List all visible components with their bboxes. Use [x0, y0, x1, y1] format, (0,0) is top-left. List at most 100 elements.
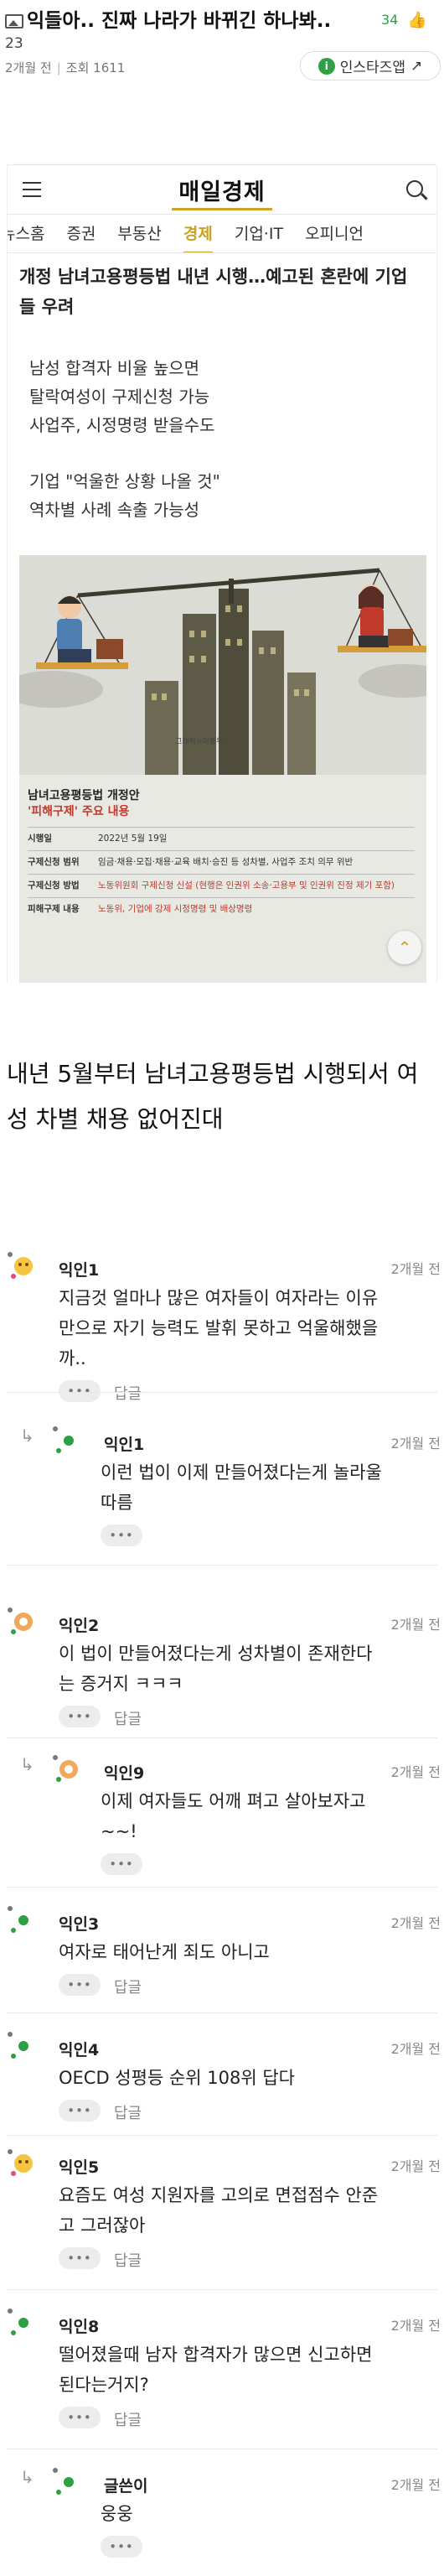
post-title-text: 익들아.. 진짜 나라가 바뀌긴 하나봐..	[27, 10, 332, 32]
reply-arrow-icon: ↳	[20, 1426, 34, 1446]
avatar	[52, 1754, 82, 1784]
reply-arrow-icon: ↳	[20, 1754, 34, 1774]
comment: 익인1 2개월 전 지금것 얼마나 많은 여자들이 여자라는 이유 만으로 자기 능력…	[0, 1249, 444, 1403]
image-attachment-icon	[5, 14, 23, 29]
comment-text: 웅웅	[101, 2499, 436, 2529]
nav-tab: 오피니언	[305, 225, 364, 243]
comment-time: 2개월 전	[390, 1764, 441, 1780]
avatar	[7, 1251, 37, 1281]
post-meta: 2개월 전 | 조회 1611	[5, 60, 126, 75]
info-box: 남녀고용평등법 개정안 '피해구제' 주요 내용 시행일 2022년 5월 19일 …	[28, 788, 415, 921]
comment-text-line: 까..	[59, 1348, 86, 1368]
comment-divider	[7, 2289, 437, 2290]
thumbs-up-icon[interactable]: 👍	[407, 10, 427, 29]
comment-more-button[interactable]: •••	[59, 1706, 101, 1727]
comment-more-button[interactable]: •••	[59, 2407, 101, 2428]
comment-more-button[interactable]: •••	[101, 2536, 142, 2558]
comment-more-button[interactable]: •••	[59, 1380, 101, 1402]
comment-more-button[interactable]: •••	[59, 2100, 101, 2122]
avatar	[7, 2308, 37, 2338]
nav-tab: 기업·IT	[234, 225, 284, 243]
comment-text: 이 법이 만들어졌다는게 성차별이 존재한다 는 증거지 ㅋㅋㅋ	[59, 1639, 436, 1699]
comment-reply-button[interactable]: 답글	[114, 1707, 142, 1729]
comment-time: 2개월 전	[390, 1915, 441, 1931]
info-row: 구제신청 방법 노동위원회 구제신청 신설 (현행은 인권위 소송·고용부 및 인…	[28, 874, 415, 897]
comment-text-line: 이제 여자들도 어깨 펴고 살아보자고	[101, 1791, 366, 1811]
comment: 익인5 2개월 전 요즘도 여성 지원자를 고의로 면접점수 안준 고 그러잖아 •••…	[0, 2147, 444, 2289]
comment-reply-button[interactable]: 답글	[114, 1976, 142, 1997]
info-row: 구제신청 범위 임금·채용·모집·채용·교육 배치·승진 등 성차별, 사업주 조…	[28, 850, 415, 874]
nav-tab-active: 경제	[183, 216, 213, 252]
avatar	[7, 2031, 37, 2061]
comment-text-line: 여자로 태어난게 죄도 아니고	[59, 1942, 270, 1962]
comment-text-line: 지금것 얼마나 많은 여자들이 여자라는 이유	[59, 1288, 379, 1308]
comment-count: 23	[5, 35, 23, 52]
comment-more-button[interactable]: •••	[59, 1974, 101, 1996]
comment-text: 지금것 얼마나 많은 여자들이 여자라는 이유만으로 자기 능력도 발휘 못하고…	[59, 1283, 436, 1374]
comment-nickname: 익인1	[104, 1436, 145, 1454]
comment-divider	[7, 2135, 437, 2136]
comment-more-button[interactable]: •••	[101, 1524, 142, 1546]
comment-divider	[7, 1565, 437, 1566]
comment: 익인2 2개월 전이 법이 만들어졌다는게 성차별이 존재한다 는 증거지 ㅋㅋㅋ •…	[0, 1605, 444, 1737]
comment-text-line: 는 증거지 ㅋㅋㅋ	[59, 1674, 183, 1694]
nav-tab: 뉴스홈	[8, 225, 45, 243]
comment-time: 2개월 전	[390, 1261, 441, 1277]
article-illustration: 그래픽=이충우 남녀고용평등법 개정안 '피해구제' 주요 내용 시행일 2022년…	[19, 555, 426, 983]
avatar	[52, 2467, 82, 2497]
comment-divider	[7, 1887, 437, 1888]
info-row: 피해구제 내용 노동위, 기업에 강제 시정명령 및 배상명령	[28, 897, 415, 921]
comment-time: 2개월 전	[390, 2477, 441, 2493]
comment-nickname: 익인8	[59, 2318, 100, 2336]
comment-divider	[7, 1392, 437, 1393]
comment-time: 2개월 전	[390, 1617, 441, 1633]
comment-time: 2개월 전	[390, 2158, 441, 2174]
comment: 익인8 2개월 전떨어졌을때 남자 합격자가 많으면 신고하면 된다는거지? ••• 답…	[0, 2306, 444, 2449]
nav-tab: 부동산	[117, 225, 162, 243]
comment-divider	[7, 1737, 437, 1738]
illustration-credit: 그래픽=이충우	[175, 738, 224, 746]
comment-text-line: 고 그러잖아	[59, 2215, 146, 2236]
comment-time: 2개월 전	[390, 1436, 441, 1452]
comment-reply-button[interactable]: 답글	[114, 1382, 142, 1404]
comment-time: 2개월 전	[390, 2041, 441, 2057]
comment-reply-button[interactable]: 답글	[114, 2408, 142, 2430]
comment-text-line: 요즘도 여성 지원자를 고의로 면접점수 안준	[59, 2185, 379, 2205]
comment-nickname: 익인3	[59, 1915, 100, 1934]
instiz-app-label: 인스타즈앱	[339, 60, 405, 76]
comment: 익인4 2개월 전 OECD 성평등 순위 108위 답다 ••• 답글	[0, 2029, 444, 2135]
post-title[interactable]: 익들아.. 진짜 나라가 바뀌긴 하나봐..	[5, 8, 399, 34]
nested-comment: ↳ 글쓴이 2개월 전 웅웅 •••	[0, 2465, 444, 2566]
comment-nickname: 익인2	[59, 1617, 100, 1635]
comment-text: 이제 여자들도 어깨 펴고 살아보자고 ~~!	[101, 1786, 436, 1846]
post-body: 내년 5월부터 남녀고용평등법 시행되서 여성 차별 채용 없어진대	[7, 1060, 419, 1133]
info-row: 시행일 2022년 5월 19일	[28, 827, 415, 850]
comment-more-button[interactable]: •••	[101, 1853, 142, 1875]
views-label: 조회	[65, 60, 90, 75]
comment-text: 떨어졌을때 남자 합격자가 많으면 신고하면 된다는거지?	[59, 2340, 436, 2400]
comment-text: 이런 법이 이제 만들어졌다는게 놀라울 따름	[101, 1457, 436, 1518]
comment-text: 요즘도 여성 지원자를 고의로 면접점수 안준고 그러잖아	[59, 2180, 436, 2241]
comment-reply-button[interactable]: 답글	[114, 2101, 142, 2123]
comment: 익인3 2개월 전여자로 태어난게 죄도 아니고 ••• 답글	[0, 1903, 444, 2012]
nested-comment: ↳ 익인9 2개월 전 이제 여자들도 어깨 펴고 살아보자고 ~~! •••	[0, 1753, 444, 1887]
maeil-logo: 매일경제	[8, 174, 436, 210]
instiz-app-button[interactable]: i 인스타즈앱 ↗	[300, 51, 441, 80]
article-screenshot: 매일경제 뉴스홈 증권 부동산 경제 기업·IT 오피니언 개정 남녀고용평등법 내년 시…	[7, 164, 437, 983]
comment-time: 2개월 전	[390, 2318, 441, 2334]
avatar	[52, 1426, 82, 1456]
comment-reply-button[interactable]: 답글	[114, 2249, 142, 2271]
comment-divider	[7, 2012, 437, 2013]
comment-more-button[interactable]: •••	[59, 2247, 101, 2269]
comment-text-line: 떨어졌을때 남자 합격자가 많으면 신고하면	[59, 2345, 373, 2365]
nested-comment: ↳ 익인1 2개월 전이런 법이 이제 만들어졌다는게 놀라울 따름 •••	[0, 1424, 444, 1565]
nav-tab: 증권	[66, 225, 96, 243]
article-subheads-1: 남성 합격자 비율 높으면 탈락여성이 구제신청 가능 사업주, 시정명령 받을…	[29, 358, 215, 435]
article-headline: 개정 남녀고용평등법 내년 시행…예고된 혼란에 기업들 우려	[19, 267, 408, 317]
reply-arrow-icon: ↳	[20, 2467, 34, 2487]
comment-text-line: 따름	[101, 1493, 133, 1513]
search-icon	[406, 180, 423, 197]
comment-text-line: 만으로 자기 능력도 발휘 못하고 억울해했을	[59, 1318, 379, 1338]
comment-nickname: 익인4	[59, 2041, 100, 2059]
comment-text: 여자로 태어난게 죄도 아니고	[59, 1937, 436, 1967]
